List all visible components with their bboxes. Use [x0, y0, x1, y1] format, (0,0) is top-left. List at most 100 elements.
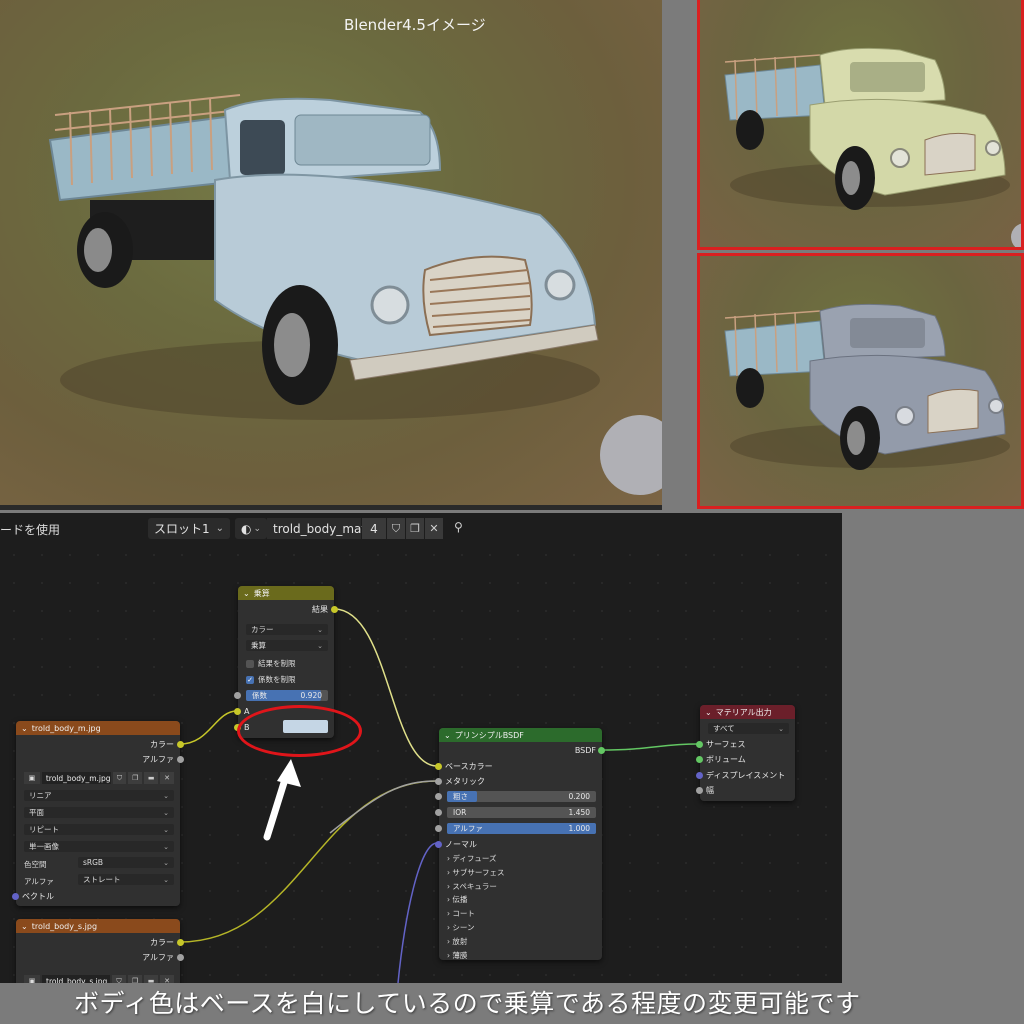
vector-input-socket[interactable]	[12, 893, 19, 900]
image-icon[interactable]: ▣	[24, 772, 40, 784]
multiply-node-header[interactable]: ⌄ 乗算	[238, 586, 334, 600]
surface-row: サーフェス	[700, 737, 795, 751]
clamp-result-checkbox[interactable]: 結果を制限	[246, 658, 296, 669]
material-browse-button[interactable]: ◐ ⌄	[235, 518, 267, 539]
thickness-socket[interactable]	[696, 787, 703, 794]
chevron-down-icon: ⌄	[163, 858, 169, 867]
material-users-count[interactable]: 4	[362, 518, 386, 539]
collapse-chevron-icon[interactable]: ⌄	[21, 922, 28, 931]
pin-icon[interactable]: ⚲	[454, 520, 463, 534]
bsdf-panel-2[interactable]: › スペキュラー	[447, 881, 497, 892]
bsdf-output-socket[interactable]	[598, 747, 605, 754]
normal-row: ノーマル	[439, 837, 602, 851]
folder-icon[interactable]: ▬	[144, 975, 158, 983]
metallic-socket[interactable]	[435, 778, 442, 785]
output-socket[interactable]	[331, 606, 338, 613]
material-name-field[interactable]: trold_body_mat	[267, 518, 366, 539]
alpha-output-socket[interactable]	[177, 954, 184, 961]
alpha-mode-select[interactable]: ストレート ⌄	[78, 874, 174, 885]
fake-user-shield-icon[interactable]: ⛉	[112, 975, 126, 983]
interpolation-select[interactable]: リニア ⌄	[24, 790, 174, 801]
normal-socket[interactable]	[435, 841, 442, 848]
truck-render-yellow	[724, 47, 1021, 247]
clamp-factor-label: 係数を制限	[258, 675, 296, 684]
factor-socket[interactable]	[234, 692, 241, 699]
extension-select[interactable]: リピート ⌄	[24, 824, 174, 835]
bsdf-panel-0[interactable]: › ディフューズ	[447, 853, 497, 864]
close-icon[interactable]: ✕	[160, 772, 174, 784]
chevron-down-icon: ⌄	[163, 875, 169, 884]
ior-field[interactable]: IOR 1.450	[447, 807, 596, 818]
collapse-chevron-icon[interactable]: ⌄	[243, 589, 250, 598]
alpha-output-socket[interactable]	[177, 756, 184, 763]
panel-label: サブサーフェス	[452, 867, 505, 877]
duplicate-icon[interactable]: ❐	[406, 518, 424, 539]
blend-mode-select[interactable]: 乗算 ⌄	[246, 640, 328, 651]
image-selector[interactable]: ▣ trold_body_s.jpg ⛉ ❐ ▬ ✕	[24, 975, 174, 983]
fake-user-shield-icon[interactable]: ⛉	[112, 772, 127, 784]
base-color-socket[interactable]	[435, 763, 442, 770]
collapse-chevron-icon[interactable]: ⌄	[21, 724, 28, 733]
material-sphere-icon: ◐	[241, 521, 252, 536]
image-node-header[interactable]: ⌄ trold_body_s.jpg	[16, 919, 180, 933]
render-viewport-grey[interactable]	[697, 253, 1024, 509]
image-name-field[interactable]: trold_body_m.jpg	[41, 772, 111, 784]
clamp-factor-checkbox[interactable]: ✓ 係数を制限	[246, 674, 296, 685]
source-select[interactable]: 単一画像 ⌄	[24, 841, 174, 852]
output-node-title: マテリアル出力	[715, 707, 772, 717]
close-icon[interactable]: ✕	[425, 518, 443, 539]
color-output-socket[interactable]	[177, 741, 184, 748]
collapse-chevron-icon[interactable]: ⌄	[444, 731, 451, 740]
data-type-select[interactable]: カラー ⌄	[246, 624, 328, 635]
checkbox-box[interactable]	[246, 659, 254, 668]
roughness-slider[interactable]: 粗さ 0.200	[447, 791, 596, 802]
roughness-socket[interactable]	[435, 793, 442, 800]
target-select[interactable]: すべて ⌄	[708, 723, 789, 734]
factor-slider[interactable]: 係数 0.920	[246, 690, 328, 701]
duplicate-icon[interactable]: ❐	[128, 975, 142, 983]
image-texture-node-m[interactable]: ⌄ trold_body_m.jpg カラー アルファ ▣ trold_body…	[12, 721, 184, 906]
checkmark-icon[interactable]: ✓	[246, 675, 254, 684]
alpha-slider[interactable]: アルファ 1.000	[447, 823, 596, 834]
shader-node-editor[interactable]: ードを使用 スロット1 ⌄ ◐ ⌄ trold_body_mat 4 ⛉ ❐ ✕ …	[0, 513, 842, 983]
input-a-socket[interactable]	[234, 708, 241, 715]
image-texture-node-s[interactable]: ⌄ trold_body_s.jpg カラー アルファ ▣ trold_body…	[16, 919, 184, 983]
render-viewport-main[interactable]: Blender4.5イメージ	[0, 0, 662, 510]
surface-socket[interactable]	[696, 741, 703, 748]
close-icon[interactable]: ✕	[160, 975, 174, 983]
ior-socket[interactable]	[435, 809, 442, 816]
color-output-label: カラー	[150, 937, 174, 947]
bsdf-panel-1[interactable]: › サブサーフェス	[447, 867, 504, 878]
bsdf-panel-6[interactable]: › 放射	[447, 936, 467, 947]
material-output-node[interactable]: ⌄ マテリアル出力 すべて ⌄ サーフェス ボリューム ディスプレイスメント 幅	[696, 705, 795, 801]
image-selector[interactable]: ▣ trold_body_m.jpg ⛉ ❐ ▬ ✕	[24, 772, 174, 784]
output-node-header[interactable]: ⌄ マテリアル出力	[700, 705, 795, 719]
alpha-output-label: アルファ	[142, 754, 174, 764]
bsdf-panel-7[interactable]: › 薄膜	[447, 950, 467, 961]
collapse-chevron-icon[interactable]: ⌄	[705, 708, 712, 717]
bsdf-panel-5[interactable]: › シーン	[447, 922, 475, 933]
bsdf-panel-4[interactable]: › コート	[447, 908, 475, 919]
fake-user-shield-icon[interactable]: ⛉	[387, 518, 405, 539]
projection-value: 平面	[29, 808, 44, 817]
projection-select[interactable]: 平面 ⌄	[24, 807, 174, 818]
material-slot-select[interactable]: スロット1 ⌄	[148, 518, 230, 539]
principled-bsdf-node[interactable]: ⌄ プリンシプルBSDF BSDF ベースカラー メタリック 粗さ 0.200 …	[435, 728, 605, 961]
image-icon[interactable]: ▣	[24, 975, 40, 983]
image-node-header[interactable]: ⌄ trold_body_m.jpg	[16, 721, 180, 735]
base-color-row: ベースカラー	[439, 759, 602, 773]
image-name-field[interactable]: trold_body_s.jpg	[42, 975, 110, 983]
arrow-up-icon	[263, 759, 301, 841]
volume-socket[interactable]	[696, 756, 703, 763]
bsdf-node-header[interactable]: ⌄ プリンシプルBSDF	[439, 728, 602, 742]
render-viewport-yellow[interactable]	[697, 0, 1024, 250]
colorspace-select[interactable]: sRGB ⌄	[78, 857, 174, 868]
duplicate-icon[interactable]: ❐	[128, 772, 143, 784]
displacement-socket[interactable]	[696, 772, 703, 779]
color-output-socket[interactable]	[177, 939, 184, 946]
factor-value: 0.920	[300, 691, 322, 700]
bsdf-panel-3[interactable]: › 伝播	[447, 894, 467, 905]
alpha-socket[interactable]	[435, 825, 442, 832]
folder-icon[interactable]: ▬	[144, 772, 159, 784]
vector-input-row: ベクトル	[16, 889, 180, 903]
